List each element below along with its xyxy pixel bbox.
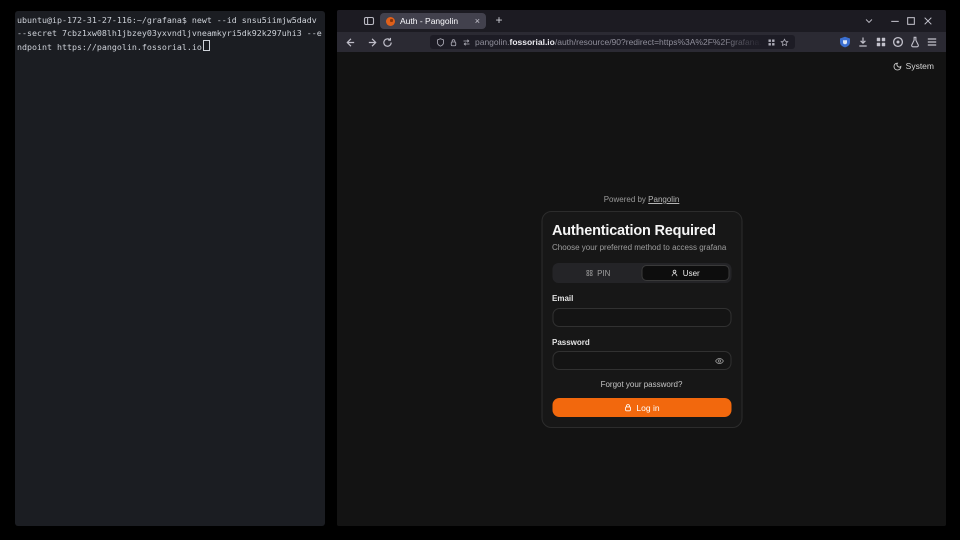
tab-title: Auth - Pangolin bbox=[400, 16, 471, 26]
desktop: ubuntu@ip-172-31-27-116:~/grafana$ newt … bbox=[0, 0, 960, 540]
new-tab-button[interactable]: + bbox=[491, 13, 507, 29]
forward-icon[interactable] bbox=[367, 37, 378, 48]
powered-by: Powered by Pangolin bbox=[337, 195, 946, 204]
pangolin-link[interactable]: Pangolin bbox=[648, 195, 679, 204]
menu-hamburger-icon[interactable] bbox=[926, 36, 938, 48]
url-text: pangolin.fossorial.io/auth/resource/90?r… bbox=[475, 37, 763, 47]
user-icon bbox=[671, 269, 679, 277]
login-button[interactable]: Log in bbox=[552, 398, 731, 417]
password-field[interactable] bbox=[552, 351, 731, 370]
theme-toggle-button[interactable]: System bbox=[893, 61, 934, 71]
page-actions-grid-icon[interactable] bbox=[767, 38, 776, 47]
tab-pin[interactable]: PIN bbox=[554, 265, 642, 281]
tab-user[interactable]: User bbox=[642, 265, 730, 281]
auth-method-tabs: PIN User bbox=[552, 263, 731, 283]
ublock-extension-icon[interactable] bbox=[839, 36, 851, 48]
extensions-icon[interactable] bbox=[875, 36, 887, 48]
terminal-cursor bbox=[203, 40, 210, 51]
tracking-shield-icon[interactable] bbox=[436, 38, 445, 47]
flask-extension-icon[interactable] bbox=[909, 36, 921, 48]
terminal-line: ndpoint https://pangolin.fossorial.io bbox=[17, 40, 324, 54]
email-field[interactable] bbox=[552, 308, 731, 327]
login-button-label: Log in bbox=[636, 403, 659, 413]
window-maximize-button[interactable] bbox=[906, 16, 916, 26]
page-content: System Powered by Pangolin Authenticatio… bbox=[337, 52, 946, 526]
window-minimize-button[interactable] bbox=[890, 16, 900, 26]
forgot-password-link[interactable]: Forgot your password? bbox=[552, 380, 731, 389]
https-lock-icon[interactable] bbox=[449, 38, 458, 47]
tab-close-icon[interactable]: × bbox=[475, 17, 480, 26]
terminal-line: ubuntu@ip-172-31-27-116:~/grafana$ newt … bbox=[17, 14, 324, 27]
bookmark-star-icon[interactable] bbox=[780, 38, 789, 47]
firefox-view-icon[interactable] bbox=[363, 15, 375, 27]
theme-toggle-label: System bbox=[906, 61, 934, 71]
reload-icon[interactable] bbox=[382, 37, 393, 48]
terminal-line: --secret 7cbz1xw08lh1jbzey03yxvndljvneam… bbox=[17, 27, 324, 40]
navigation-toolbar: pangolin.fossorial.io/auth/resource/90?r… bbox=[337, 32, 946, 52]
auth-subtitle: Choose your preferred method to access g… bbox=[552, 243, 731, 252]
tab-strip: Auth - Pangolin × + bbox=[337, 10, 946, 32]
browser-tab[interactable]: Auth - Pangolin × bbox=[380, 13, 486, 29]
downloads-icon[interactable] bbox=[857, 36, 869, 48]
auth-title: Authentication Required bbox=[552, 223, 731, 239]
password-label: Password bbox=[552, 338, 731, 347]
auth-card: Authentication Required Choose your pref… bbox=[541, 211, 742, 428]
terminal-window[interactable]: ubuntu@ip-172-31-27-116:~/grafana$ newt … bbox=[15, 11, 325, 526]
login-lock-icon bbox=[623, 403, 632, 412]
tab-list-chevron-icon[interactable] bbox=[864, 16, 874, 26]
pangolin-favicon-icon bbox=[386, 17, 395, 26]
pin-keypad-icon bbox=[585, 269, 593, 277]
url-bar[interactable]: pangolin.fossorial.io/auth/resource/90?r… bbox=[430, 35, 795, 49]
moon-icon bbox=[893, 62, 902, 71]
show-password-eye-icon[interactable] bbox=[714, 356, 724, 366]
swap-arrows-icon[interactable] bbox=[462, 38, 471, 47]
window-close-button[interactable] bbox=[923, 16, 933, 26]
email-label: Email bbox=[552, 294, 731, 303]
browser-window: Auth - Pangolin × + bbox=[337, 10, 946, 526]
back-icon[interactable] bbox=[345, 37, 356, 48]
privacy-circle-extension-icon[interactable] bbox=[892, 36, 904, 48]
